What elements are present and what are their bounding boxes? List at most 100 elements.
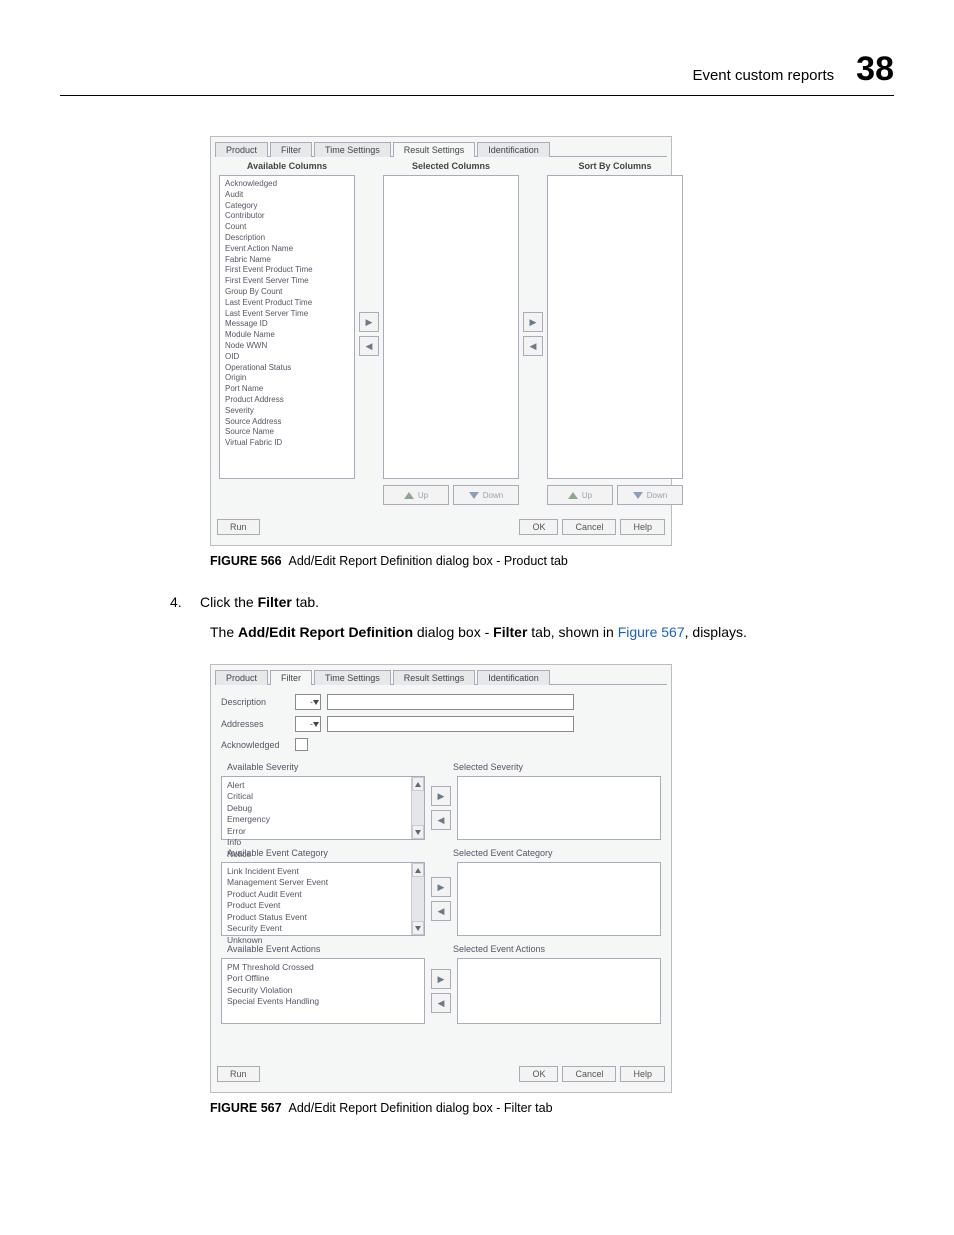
available-severity-list[interactable]: Alert Critical Debug Emergency Error Inf…: [221, 776, 425, 840]
scroll-down-icon[interactable]: [412, 825, 424, 839]
add-category-button[interactable]: ▶: [431, 877, 451, 897]
add-to-selected-button[interactable]: ▶: [359, 312, 379, 332]
list-item[interactable]: Contributor: [225, 211, 349, 222]
remove-severity-button[interactable]: ◀: [431, 810, 451, 830]
list-item[interactable]: Acknowledged: [225, 179, 349, 190]
acknowledged-row: Acknowledged: [215, 735, 667, 754]
selected-columns-list[interactable]: [383, 175, 519, 479]
list-item[interactable]: First Event Server Time: [225, 276, 349, 287]
tab-identification[interactable]: Identification: [477, 142, 550, 157]
list-item[interactable]: Event Action Name: [225, 244, 349, 255]
list-item[interactable]: Category: [225, 201, 349, 212]
list-item[interactable]: Notice: [227, 849, 419, 860]
addresses-input[interactable]: [327, 716, 574, 732]
available-actions-list[interactable]: PM Threshold Crossed Port Offline Securi…: [221, 958, 425, 1024]
list-item[interactable]: Fabric Name: [225, 255, 349, 266]
list-item[interactable]: Product Audit Event: [227, 889, 419, 900]
run-button[interactable]: Run: [217, 519, 260, 535]
tab-result-settings[interactable]: Result Settings: [393, 670, 476, 685]
available-severity-label: Available Severity: [221, 758, 435, 776]
list-item[interactable]: Critical: [227, 791, 419, 802]
scrollbar[interactable]: [411, 863, 424, 935]
chevron-down-icon: [313, 700, 319, 705]
run-button[interactable]: Run: [217, 1066, 260, 1082]
tab-product[interactable]: Product: [215, 670, 268, 685]
list-item[interactable]: Source Address: [225, 417, 349, 428]
list-item[interactable]: Management Server Event: [227, 877, 419, 888]
tab-time-settings[interactable]: Time Settings: [314, 142, 391, 157]
scroll-down-icon[interactable]: [412, 921, 424, 935]
add-to-sort-button[interactable]: ▶: [523, 312, 543, 332]
list-item[interactable]: Product Event: [227, 900, 419, 911]
list-item[interactable]: Alert: [227, 780, 419, 791]
remove-action-button[interactable]: ◀: [431, 993, 451, 1013]
scroll-up-icon[interactable]: [412, 777, 424, 791]
list-item[interactable]: Operational Status: [225, 363, 349, 374]
cancel-button[interactable]: Cancel: [562, 1066, 616, 1082]
list-item[interactable]: Last Event Server Time: [225, 309, 349, 320]
tab-filter[interactable]: Filter: [270, 142, 312, 157]
chevron-down-icon: [313, 722, 319, 727]
list-item[interactable]: Module Name: [225, 330, 349, 341]
tab-filter[interactable]: Filter: [270, 670, 312, 685]
addresses-operator[interactable]: -: [295, 716, 321, 732]
list-item[interactable]: Count: [225, 222, 349, 233]
tab-time-settings[interactable]: Time Settings: [314, 670, 391, 685]
acknowledged-checkbox[interactable]: [295, 738, 308, 751]
list-item[interactable]: Emergency: [227, 814, 419, 825]
list-item[interactable]: First Event Product Time: [225, 265, 349, 276]
move-up-button[interactable]: Up: [383, 485, 449, 505]
description-input[interactable]: [327, 694, 574, 710]
list-item[interactable]: Product Address: [225, 395, 349, 406]
available-columns-list[interactable]: Acknowledged Audit Category Contributor …: [219, 175, 355, 479]
list-item[interactable]: Product Status Event: [227, 912, 419, 923]
list-item[interactable]: Debug: [227, 803, 419, 814]
available-category-list[interactable]: Link Incident Event Management Server Ev…: [221, 862, 425, 936]
cancel-button[interactable]: Cancel: [562, 519, 616, 535]
add-action-button[interactable]: ▶: [431, 969, 451, 989]
list-item[interactable]: Last Event Product Time: [225, 298, 349, 309]
list-item[interactable]: Link Incident Event: [227, 866, 419, 877]
list-item[interactable]: Special Events Handling: [227, 996, 419, 1007]
move-down-button[interactable]: Down: [453, 485, 519, 505]
list-item[interactable]: Description: [225, 233, 349, 244]
list-item[interactable]: PM Threshold Crossed: [227, 962, 419, 973]
scroll-up-icon[interactable]: [412, 863, 424, 877]
list-item[interactable]: Node WWN: [225, 341, 349, 352]
selected-actions-list[interactable]: [457, 958, 661, 1024]
list-item[interactable]: Info: [227, 837, 419, 848]
list-item[interactable]: Security Violation: [227, 985, 419, 996]
add-severity-button[interactable]: ▶: [431, 786, 451, 806]
sort-move-up-button[interactable]: Up: [547, 485, 613, 505]
help-button[interactable]: Help: [620, 519, 665, 535]
list-item[interactable]: Unknown: [227, 935, 419, 946]
ok-button[interactable]: OK: [519, 519, 558, 535]
remove-from-selected-button[interactable]: ◀: [359, 336, 379, 356]
list-item[interactable]: Group By Count: [225, 287, 349, 298]
description-operator[interactable]: -: [295, 694, 321, 710]
selected-category-list[interactable]: [457, 862, 661, 936]
ok-button[interactable]: OK: [519, 1066, 558, 1082]
list-item[interactable]: Port Offline: [227, 973, 419, 984]
list-item[interactable]: Error: [227, 826, 419, 837]
help-button[interactable]: Help: [620, 1066, 665, 1082]
list-item[interactable]: Message ID: [225, 319, 349, 330]
tab-result-settings[interactable]: Result Settings: [393, 142, 476, 157]
tab-identification[interactable]: Identification: [477, 670, 550, 685]
sort-by-columns-list[interactable]: [547, 175, 683, 479]
list-item[interactable]: Source Name: [225, 427, 349, 438]
remove-from-sort-button[interactable]: ◀: [523, 336, 543, 356]
list-item[interactable]: Virtual Fabric ID: [225, 438, 349, 449]
scrollbar[interactable]: [411, 777, 424, 839]
list-item[interactable]: OID: [225, 352, 349, 363]
list-item[interactable]: Security Event: [227, 923, 419, 934]
selected-severity-list[interactable]: [457, 776, 661, 840]
remove-category-button[interactable]: ◀: [431, 901, 451, 921]
list-item[interactable]: Origin: [225, 373, 349, 384]
list-item[interactable]: Port Name: [225, 384, 349, 395]
list-item[interactable]: Severity: [225, 406, 349, 417]
figure-link[interactable]: Figure 567: [618, 624, 685, 640]
tab-product[interactable]: Product: [215, 142, 268, 157]
list-item[interactable]: Audit: [225, 190, 349, 201]
sort-move-down-button[interactable]: Down: [617, 485, 683, 505]
